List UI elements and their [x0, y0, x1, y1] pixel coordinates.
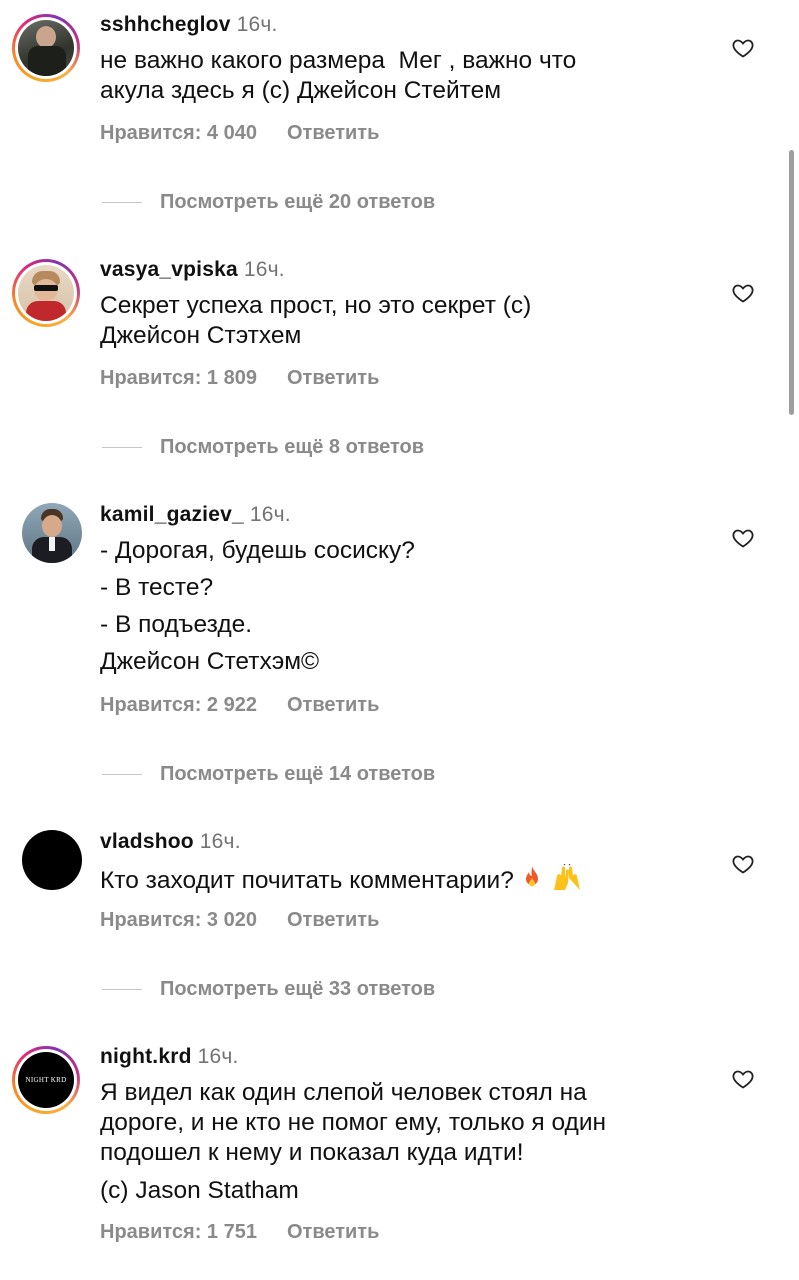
scrollbar[interactable]: [789, 150, 794, 415]
heart-icon[interactable]: [731, 281, 755, 305]
avatar[interactable]: [22, 503, 82, 563]
timestamp: 16ч.: [243, 258, 285, 281]
likes-count[interactable]: Нравится: 3 020: [100, 909, 257, 931]
likes-count[interactable]: Нравится: 1 751: [100, 1221, 257, 1243]
view-replies[interactable]: Посмотреть ещё 20 ответов: [0, 191, 799, 215]
comment-text: - Дорогая, будешь сосиску? - В тесте? - …: [100, 537, 415, 675]
timestamp: 16ч.: [236, 13, 278, 36]
timestamp: 16ч.: [249, 503, 291, 526]
timestamp: 16ч.: [199, 830, 241, 853]
heart-icon[interactable]: [731, 526, 755, 550]
view-replies[interactable]: Посмотреть ещё 8 ответов: [0, 436, 799, 460]
reply-button[interactable]: Ответить: [287, 367, 379, 389]
fire-emoji-icon: [525, 866, 538, 887]
comment-text: Кто заходит почитать комментарии?: [100, 864, 700, 896]
heart-icon[interactable]: [731, 36, 755, 60]
reply-button[interactable]: Ответить: [287, 122, 379, 144]
comment-meta: Нравится: 4 040 Ответить: [100, 122, 409, 145]
divider: [102, 447, 142, 448]
reply-button[interactable]: Ответить: [287, 694, 379, 716]
avatar-logo-text: NIGHT KRD: [25, 1076, 67, 1084]
comment-text: Я видел как один слепой человек стоял на…: [100, 1079, 607, 1204]
comment-meta: Нравится: 3 020 Ответить: [100, 909, 409, 932]
avatar[interactable]: NIGHT KRD: [12, 1046, 80, 1114]
comment-meta: Нравится: 1 751 Ответить: [100, 1221, 409, 1244]
heart-icon[interactable]: [731, 1067, 755, 1091]
avatar[interactable]: [12, 259, 80, 327]
comment-meta: Нравится: 2 922 Ответить: [100, 694, 409, 717]
comment-text: не важно какого размера Мег , важно что …: [100, 47, 577, 104]
view-replies[interactable]: Посмотреть ещё 33 ответов: [0, 978, 799, 1002]
comment-text: Секрет успеха прост, но это секрет (с) Д…: [100, 292, 532, 349]
likes-count[interactable]: Нравится: 2 922: [100, 694, 257, 716]
raised-hands-emoji-icon: [553, 864, 580, 890]
avatar[interactable]: [22, 830, 82, 890]
heart-icon[interactable]: [731, 852, 755, 876]
likes-count[interactable]: Нравится: 4 040: [100, 122, 257, 144]
divider: [102, 202, 142, 203]
likes-count[interactable]: Нравится: 1 809: [100, 367, 257, 389]
divider: [102, 989, 142, 990]
username[interactable]: sshhcheglov 16ч.: [100, 13, 278, 37]
reply-button[interactable]: Ответить: [287, 1221, 379, 1243]
reply-button[interactable]: Ответить: [287, 909, 379, 931]
timestamp: 16ч.: [197, 1045, 239, 1068]
avatar[interactable]: [12, 14, 80, 82]
username[interactable]: vladshoo 16ч.: [100, 830, 241, 854]
username[interactable]: kamil_gaziev_ 16ч.: [100, 503, 291, 527]
comment-meta: Нравится: 1 809 Ответить: [100, 367, 409, 390]
username[interactable]: night.krd 16ч.: [100, 1045, 239, 1069]
view-replies[interactable]: Посмотреть ещё 14 ответов: [0, 763, 799, 787]
divider: [102, 774, 142, 775]
username[interactable]: vasya_vpiska 16ч.: [100, 258, 285, 282]
